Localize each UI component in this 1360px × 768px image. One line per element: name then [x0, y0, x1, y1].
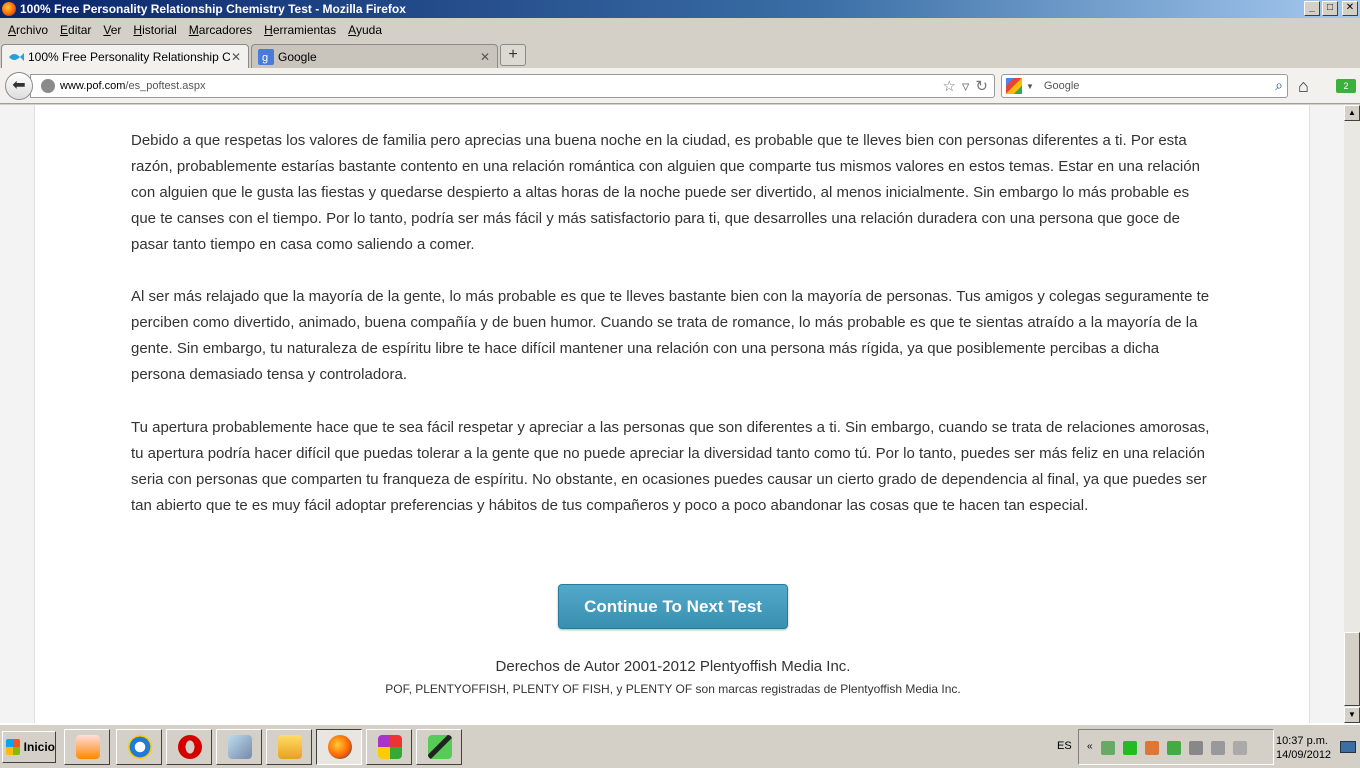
taskbar: Inicio ES « 10:37 p.m. 14/09/2012 [0, 723, 1360, 768]
media-player-icon [76, 735, 100, 759]
language-indicator[interactable]: ES [1057, 740, 1072, 752]
google-icon: g [258, 48, 274, 65]
tab-google[interactable]: g Google ✕ [251, 44, 498, 68]
page-content: Debido a que respetas los valores de fam… [34, 105, 1310, 723]
taskbar-app-opera[interactable] [166, 729, 212, 765]
svg-text:g: g [262, 52, 268, 64]
taskbar-app-explorer[interactable] [266, 729, 312, 765]
volume-icon[interactable] [1232, 741, 1247, 755]
start-label: Inicio [23, 740, 55, 754]
tray-icons: « [1087, 741, 1247, 755]
navigation-bar: www.pof.com/es_poftest.aspx ☆ ▿ ↻ ⬅ ▼ Go… [0, 68, 1360, 104]
tab-label: 100% Free Personality Relationship Che..… [28, 49, 230, 64]
back-button[interactable]: ⬅ [5, 72, 33, 100]
internet-explorer-icon [128, 735, 152, 759]
security-icon[interactable] [1100, 741, 1115, 755]
url-bar[interactable]: www.pof.com/es_poftest.aspx ☆ ▿ ↻ [30, 74, 995, 98]
taskbar-app-notepad[interactable] [216, 729, 262, 765]
bookmark-star-icon[interactable]: ☆ [942, 77, 955, 95]
show-desktop-icon[interactable] [1340, 741, 1356, 753]
clock-date: 14/09/2012 [1276, 749, 1332, 761]
windows-logo-icon [6, 739, 20, 755]
result-paragraph-openness: Tu apertura probablemente hace que te se… [131, 419, 1210, 514]
menu-editar[interactable]: Editar [54, 23, 97, 37]
window-title-bar[interactable]: 100% Free Personality Relationship Chemi… [0, 0, 1360, 18]
firefox-icon [2, 2, 16, 16]
network-icon[interactable] [1210, 741, 1225, 755]
globe-icon [41, 79, 55, 93]
page-viewport: Debido a que respetas los valores de fam… [0, 105, 1344, 723]
scrollbar-thumb[interactable] [1344, 632, 1360, 706]
search-placeholder: Google [1043, 80, 1080, 92]
tab-strip: 100% Free Personality Relationship Che..… [0, 42, 1360, 68]
start-button[interactable]: Inicio [2, 731, 56, 763]
chevron-down-icon[interactable]: ▼ [1026, 82, 1034, 91]
menu-historial[interactable]: Historial [127, 23, 182, 37]
menu-archivo[interactable]: Archivo [2, 23, 54, 37]
vertical-scrollbar[interactable]: ▲ ▼ [1344, 105, 1360, 723]
taskbar-app-pen-tool[interactable] [416, 729, 462, 765]
trademark-text: POF, PLENTYOFFISH, PLENTY OF FISH, y PLE… [385, 682, 961, 696]
tray-expand-icon[interactable]: « [1087, 741, 1093, 755]
grid-app-icon[interactable] [1166, 741, 1181, 755]
clock-time: 10:37 p.m. [1276, 735, 1328, 747]
url-actions: ☆ ▿ ↻ [942, 77, 988, 95]
result-paragraph-relaxed: Al ser más relajado que la mayoría de la… [131, 288, 1210, 383]
window-controls: _ □ ✕ [1304, 1, 1358, 16]
taskbar-app-firefox[interactable] [316, 729, 362, 765]
search-icon[interactable]: ⌕ [1275, 77, 1283, 94]
opera-icon [178, 735, 202, 759]
url-host: www.pof.com [60, 80, 126, 92]
clock[interactable]: 10:37 p.m. 14/09/2012 [1276, 734, 1331, 762]
fish-icon [9, 52, 24, 61]
firefox-icon [328, 735, 352, 759]
minimize-button[interactable]: _ [1304, 1, 1320, 16]
back-arrow-icon: ⬅ [12, 77, 26, 94]
close-button[interactable]: ✕ [1342, 1, 1358, 16]
taskbar-app-media-player[interactable] [64, 729, 110, 765]
search-bar[interactable]: ▼ Google ⌕ [1001, 74, 1288, 98]
window-title: 100% Free Personality Relationship Chemi… [20, 2, 406, 16]
copyright-text: Derechos de Autor 2001-2012 Plentyoffish… [495, 658, 851, 675]
addon-badge-icon[interactable]: 2 [1336, 79, 1356, 93]
color-grid-icon [378, 735, 402, 759]
google-search-engine-icon[interactable] [1006, 78, 1022, 94]
scroll-up-icon[interactable]: ▲ [1344, 105, 1360, 121]
menu-herramientas[interactable]: Herramientas [258, 23, 342, 37]
taskbar-app-colors[interactable] [366, 729, 412, 765]
result-paragraph-family: Debido a que respetas los valores de fam… [131, 132, 1200, 253]
tab-pof[interactable]: 100% Free Personality Relationship Che..… [1, 44, 249, 68]
system-tray: « [1078, 729, 1274, 765]
url-path: /es_poftest.aspx [125, 80, 206, 92]
menu-bar: Archivo Editar Ver Historial Marcadores … [0, 18, 1360, 42]
close-icon[interactable]: ✕ [230, 50, 242, 64]
menu-ver[interactable]: Ver [97, 23, 127, 37]
close-icon[interactable]: ✕ [479, 50, 491, 64]
tab-label: Google [278, 49, 317, 64]
notepad-icon [228, 735, 252, 759]
menu-marcadores[interactable]: Marcadores [183, 23, 258, 37]
check-icon[interactable] [1122, 741, 1137, 755]
menu-ayuda[interactable]: Ayuda [342, 23, 388, 37]
maximize-button[interactable]: □ [1322, 1, 1338, 16]
pen-icon [428, 735, 452, 759]
flag-icon[interactable] [1188, 741, 1203, 755]
home-icon[interactable]: ⌂ [1298, 76, 1309, 97]
chevron-down-icon[interactable]: ▿ [962, 77, 970, 95]
puzzle-icon[interactable] [1144, 741, 1159, 755]
folder-icon [278, 735, 302, 759]
scroll-down-icon[interactable]: ▼ [1344, 707, 1360, 723]
reload-icon[interactable]: ↻ [975, 77, 988, 95]
taskbar-app-internet-explorer[interactable] [116, 729, 162, 765]
new-tab-button[interactable]: + [500, 44, 526, 66]
continue-to-next-test-button[interactable]: Continue To Next Test [558, 584, 788, 629]
